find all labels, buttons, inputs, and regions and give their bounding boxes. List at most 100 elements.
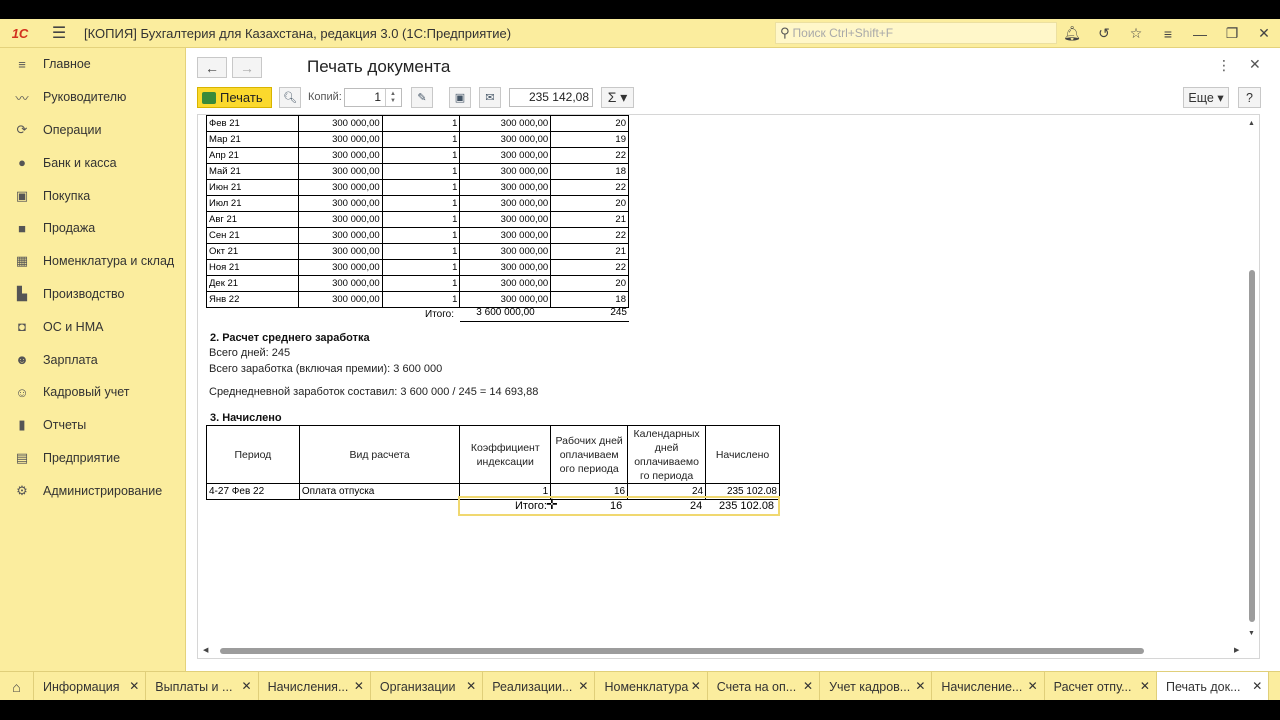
cell-days[interactable]: 18 bbox=[550, 291, 629, 308]
sidebar-item-enterprise[interactable]: ▤ Предприятие bbox=[0, 442, 185, 475]
cell-month[interactable]: Дек 21 bbox=[206, 275, 299, 292]
cell-indexed-sum[interactable]: 300 000,00 bbox=[459, 243, 552, 260]
sidebar-item-main[interactable]: ≡ Главное bbox=[0, 48, 185, 81]
cell-sum[interactable]: 300 000,00 bbox=[297, 259, 383, 276]
sidebar-item-operations[interactable]: ⟳ Операции bbox=[0, 114, 185, 147]
cell-coef[interactable]: 1 bbox=[381, 131, 461, 148]
tab-window[interactable]: Выплаты и ... ✕ bbox=[146, 672, 259, 701]
scroll-right-icon[interactable]: ▶ bbox=[1234, 646, 1239, 654]
cell-coef[interactable]: 1 bbox=[381, 147, 461, 164]
scroll-up-icon[interactable]: ▲ bbox=[1248, 120, 1255, 127]
cell-days[interactable]: 18 bbox=[550, 163, 629, 180]
scroll-down-icon[interactable]: ▼ bbox=[1248, 630, 1255, 637]
restore-icon[interactable]: ❐ bbox=[1216, 19, 1248, 48]
cell-calc-type[interactable]: Оплата отпуска bbox=[298, 483, 461, 500]
preview-button[interactable]: 🔍︎ bbox=[279, 87, 301, 108]
close-tab-icon[interactable]: ✕ bbox=[1252, 679, 1262, 693]
cell-month[interactable]: Мар 21 bbox=[206, 131, 299, 148]
tab-window[interactable]: Начисления... ✕ bbox=[259, 672, 371, 701]
cell-month[interactable]: Авг 21 bbox=[206, 211, 299, 228]
cell-sum[interactable]: 300 000,00 bbox=[297, 275, 383, 292]
sidebar-item-bank[interactable]: ● Банк и касса bbox=[0, 146, 185, 179]
cell-month[interactable]: Янв 22 bbox=[206, 291, 299, 308]
email-button[interactable]: ✉ bbox=[479, 87, 501, 108]
cell-sum[interactable]: 300 000,00 bbox=[297, 243, 383, 260]
close-tab-icon[interactable]: ✕ bbox=[1140, 679, 1150, 693]
cell-coef[interactable]: 1 bbox=[381, 227, 461, 244]
sidebar-item-nomenclature[interactable]: ▦ Номенклатура и склад bbox=[0, 245, 185, 278]
cell-indexed-sum[interactable]: 300 000,00 bbox=[459, 195, 552, 212]
cell-indexed-sum[interactable]: 300 000,00 bbox=[459, 179, 552, 196]
sidebar-item-hr[interactable]: ☺ Кадровый учет bbox=[0, 376, 185, 409]
cell-days[interactable]: 19 bbox=[550, 131, 629, 148]
settings-lines-icon[interactable]: ≡ bbox=[1152, 19, 1184, 48]
cell-sum[interactable]: 300 000,00 bbox=[297, 131, 383, 148]
close-tab-icon[interactable]: ✕ bbox=[915, 679, 925, 693]
close-tab-icon[interactable]: ✕ bbox=[466, 679, 476, 693]
save-button[interactable]: ▣ bbox=[449, 87, 471, 108]
help-button[interactable]: ? bbox=[1238, 87, 1261, 108]
close-tab-icon[interactable]: ✕ bbox=[691, 679, 701, 693]
back-button[interactable]: ← bbox=[197, 57, 227, 78]
bell-icon[interactable]: 🔔︎ bbox=[1056, 19, 1088, 48]
copies-stepper[interactable]: ▲ ▼ bbox=[385, 89, 400, 106]
home-icon[interactable]: ⌂ bbox=[0, 672, 34, 701]
cell-indexed-sum[interactable]: 300 000,00 bbox=[459, 115, 552, 132]
cell-indexed-sum[interactable]: 300 000,00 bbox=[459, 163, 552, 180]
cell-days[interactable]: 22 bbox=[550, 179, 629, 196]
print-button[interactable]: Печать bbox=[197, 87, 272, 108]
cell-indexed-sum[interactable]: 300 000,00 bbox=[459, 291, 552, 308]
cell-indexed-sum[interactable]: 300 000,00 bbox=[459, 147, 552, 164]
cell-month[interactable]: Апр 21 bbox=[206, 147, 299, 164]
cell-coef[interactable]: 1 bbox=[381, 179, 461, 196]
close-tab-icon[interactable]: ✕ bbox=[354, 679, 364, 693]
sum-mode-button[interactable]: Σ ▾ bbox=[601, 87, 634, 108]
cell-days[interactable]: 22 bbox=[550, 227, 629, 244]
tab-window[interactable]: Счета на оп... ✕ bbox=[708, 672, 821, 701]
more-vertical-icon[interactable]: ⋮ bbox=[1217, 57, 1231, 74]
cell-month[interactable]: Май 21 bbox=[206, 163, 299, 180]
cell-coef[interactable]: 1 bbox=[381, 163, 461, 180]
forward-button[interactable]: → bbox=[232, 57, 262, 78]
scroll-left-icon[interactable]: ◀ bbox=[203, 646, 208, 654]
close-tab-icon[interactable]: ✕ bbox=[803, 679, 813, 693]
history-icon[interactable]: ↺ bbox=[1088, 19, 1120, 48]
cell-days[interactable]: 21 bbox=[550, 243, 629, 260]
close-tab-icon[interactable]: ✕ bbox=[578, 679, 588, 693]
cell-month[interactable]: Сен 21 bbox=[206, 227, 299, 244]
spreadsheet-document[interactable]: Фев 21 300 000,00 1 300 000,00 20 Мар 21 300 0… bbox=[197, 114, 1260, 659]
close-window-icon[interactable]: ✕ bbox=[1248, 19, 1280, 48]
cell-month[interactable]: Ноя 21 bbox=[206, 259, 299, 276]
tab-window[interactable]: Печать док... ✕ bbox=[1156, 672, 1270, 701]
close-tab-icon[interactable]: ✕ bbox=[129, 679, 139, 693]
cell-indexed-sum[interactable]: 300 000,00 bbox=[459, 227, 552, 244]
sum-field[interactable]: 235 142,08 bbox=[509, 88, 593, 107]
search-input[interactable]: ⚲ Поиск Ctrl+Shift+F bbox=[775, 22, 1057, 44]
cell-sum[interactable]: 300 000,00 bbox=[297, 195, 383, 212]
cell-days[interactable]: 20 bbox=[550, 195, 629, 212]
cell-days[interactable]: 21 bbox=[550, 211, 629, 228]
cell-days[interactable]: 22 bbox=[550, 147, 629, 164]
sidebar-item-admin[interactable]: ⚙ Администрирование bbox=[0, 474, 185, 507]
cell-month[interactable]: Июл 21 bbox=[206, 195, 299, 212]
cell-indexed-sum[interactable]: 300 000,00 bbox=[459, 131, 552, 148]
tab-window[interactable]: Реализации... ✕ bbox=[483, 672, 596, 701]
sidebar-item-purchase[interactable]: ▣ Покупка bbox=[0, 179, 185, 212]
horizontal-scroll-thumb[interactable] bbox=[220, 648, 1144, 654]
more-button[interactable]: Еще ▾ bbox=[1183, 87, 1229, 108]
tab-window[interactable]: Начисление... ✕ bbox=[932, 672, 1045, 701]
cell-sum[interactable]: 300 000,00 bbox=[297, 163, 383, 180]
tab-window[interactable]: Расчет отпу... ✕ bbox=[1045, 672, 1157, 701]
close-tab-icon[interactable]: ✕ bbox=[1028, 679, 1038, 693]
vertical-scrollbar[interactable]: ▲ ▼ bbox=[1245, 115, 1259, 646]
cell-sum[interactable]: 300 000,00 bbox=[297, 147, 383, 164]
sidebar-item-director[interactable]: 〰 Руководителю bbox=[0, 81, 185, 114]
horizontal-scrollbar[interactable]: ◀ ▶ bbox=[198, 644, 1247, 658]
cell-days[interactable]: 22 bbox=[550, 259, 629, 276]
cell-sum[interactable]: 300 000,00 bbox=[297, 227, 383, 244]
cell-coef[interactable]: 1 bbox=[381, 291, 461, 308]
cell-indexed-sum[interactable]: 300 000,00 bbox=[459, 259, 552, 276]
cell-sum[interactable]: 300 000,00 bbox=[297, 211, 383, 228]
close-icon[interactable]: ✕ bbox=[1249, 56, 1261, 73]
cell-coef[interactable]: 1 bbox=[381, 115, 461, 132]
